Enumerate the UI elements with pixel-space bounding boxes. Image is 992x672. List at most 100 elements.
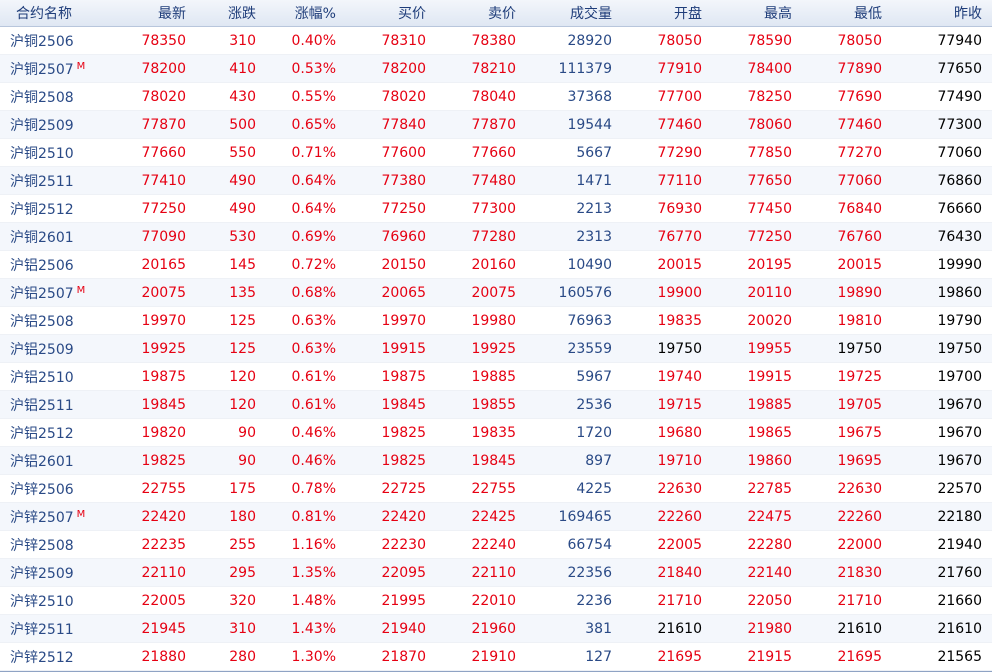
- volume-cell: 2236: [526, 586, 622, 615]
- table-row[interactable]: 沪铝2508 19970 125 0.63% 19970 19980 76963 19835 2…: [0, 306, 992, 335]
- col-header-low[interactable]: 最低: [802, 0, 892, 27]
- contract-name-cell[interactable]: 沪铝2507 M: [0, 278, 110, 307]
- last-price-cell: 77250: [110, 194, 196, 223]
- contract-name-cell[interactable]: 沪铝2508: [0, 306, 110, 335]
- change-cell: 490: [196, 194, 266, 223]
- table-body: 沪铜2506 78350 310 0.40% 78310 78380 28920 78050 7…: [0, 26, 992, 671]
- change-pct-cell: 0.64%: [266, 194, 346, 223]
- table-row[interactable]: 沪铝2506 20165 145 0.72% 20150 20160 10490 20015 2…: [0, 250, 992, 279]
- table-row[interactable]: 沪铝2509 19925 125 0.63% 19915 19925 23559 19750 1…: [0, 334, 992, 363]
- col-header-high[interactable]: 最高: [712, 0, 802, 27]
- table-row[interactable]: 沪铝2601 19825 90 0.46% 19825 19845 897 19710 1986…: [0, 446, 992, 475]
- bid-price-cell: 77840: [346, 110, 436, 139]
- contract-name-cell[interactable]: 沪锌2511: [0, 614, 110, 643]
- table-row[interactable]: 沪铜2508 78020 430 0.55% 78020 78040 37368 77700 7…: [0, 82, 992, 111]
- table-row[interactable]: 沪铝2512 19820 90 0.46% 19825 19835 1720 19680 198…: [0, 418, 992, 447]
- table-row[interactable]: 沪铜2510 77660 550 0.71% 77600 77660 5667 77290 77…: [0, 138, 992, 167]
- contract-name-cell[interactable]: 沪铜2510: [0, 138, 110, 167]
- table-row[interactable]: 沪铜2506 78350 310 0.40% 78310 78380 28920 78050 7…: [0, 26, 992, 55]
- contract-name-cell[interactable]: 沪铝2601: [0, 446, 110, 475]
- change-pct-cell: 0.61%: [266, 362, 346, 391]
- contract-name: 沪铜2601: [10, 229, 74, 246]
- table-row[interactable]: 沪铝2510 19875 120 0.61% 19875 19885 5967 19740 19…: [0, 362, 992, 391]
- open-price-cell: 77910: [622, 54, 712, 83]
- last-price-cell: 22235: [110, 530, 196, 559]
- contract-name-cell[interactable]: 沪铝2509: [0, 334, 110, 363]
- prev-close-cell: 21660: [892, 586, 992, 615]
- change-pct-cell: 0.69%: [266, 222, 346, 251]
- table-row[interactable]: 沪锌2511 21945 310 1.43% 21940 21960 381 21610 219…: [0, 614, 992, 643]
- table-row[interactable]: 沪铜2511 77410 490 0.64% 77380 77480 1471 77110 77…: [0, 166, 992, 195]
- contract-name-cell[interactable]: 沪铝2510: [0, 362, 110, 391]
- low-price-cell: 19810: [802, 306, 892, 335]
- prev-close-cell: 21940: [892, 530, 992, 559]
- ask-price-cell: 20160: [436, 250, 526, 279]
- contract-name-cell[interactable]: 沪锌2506: [0, 474, 110, 503]
- volume-cell: 23559: [526, 334, 622, 363]
- volume-cell: 19544: [526, 110, 622, 139]
- contract-name-cell[interactable]: 沪铜2508: [0, 82, 110, 111]
- table-row[interactable]: 沪锌2512 21880 280 1.30% 21870 21910 127 21695 219…: [0, 642, 992, 671]
- table-row[interactable]: 沪锌2506 22755 175 0.78% 22725 22755 4225 22630 22…: [0, 474, 992, 503]
- open-price-cell: 21610: [622, 614, 712, 643]
- low-price-cell: 77270: [802, 138, 892, 167]
- last-price-cell: 22110: [110, 558, 196, 587]
- table-row[interactable]: 沪锌2510 22005 320 1.48% 21995 22010 2236 21710 22…: [0, 586, 992, 615]
- col-header-ask[interactable]: 卖价: [436, 0, 526, 27]
- col-header-volume[interactable]: 成交量: [526, 0, 622, 27]
- last-price-cell: 19970: [110, 306, 196, 335]
- high-price-cell: 77250: [712, 222, 802, 251]
- contract-name: 沪锌2509: [10, 565, 74, 582]
- table-row[interactable]: 沪铜2509 77870 500 0.65% 77840 77870 19544 77460 7…: [0, 110, 992, 139]
- prev-close-cell: 21565: [892, 642, 992, 671]
- last-price-cell: 20075: [110, 278, 196, 307]
- change-pct-cell: 0.46%: [266, 446, 346, 475]
- table-row[interactable]: 沪铜2601 77090 530 0.69% 76960 77280 2313 76770 77…: [0, 222, 992, 251]
- low-price-cell: 77690: [802, 82, 892, 111]
- table-row[interactable]: 沪铜2512 77250 490 0.64% 77250 77300 2213 76930 77…: [0, 194, 992, 223]
- change-cell: 175: [196, 474, 266, 503]
- contract-name-cell[interactable]: 沪铜2509: [0, 110, 110, 139]
- change-pct-cell: 0.71%: [266, 138, 346, 167]
- col-header-bid[interactable]: 买价: [346, 0, 436, 27]
- contract-name-cell[interactable]: 沪铝2506: [0, 250, 110, 279]
- col-header-change-pct[interactable]: 涨幅%: [266, 0, 346, 27]
- col-header-name[interactable]: 合约名称: [0, 0, 110, 27]
- open-price-cell: 21710: [622, 586, 712, 615]
- table-row[interactable]: 沪铜2507 M 78200 410 0.53% 78200 78210 111379 7791…: [0, 54, 992, 83]
- bid-price-cell: 78020: [346, 82, 436, 111]
- contract-name: 沪铝2511: [10, 397, 74, 414]
- contract-name-cell[interactable]: 沪铝2511: [0, 390, 110, 419]
- contract-name-cell[interactable]: 沪铜2507 M: [0, 54, 110, 83]
- contract-name-cell[interactable]: 沪铜2601: [0, 222, 110, 251]
- main-contract-flag: M: [76, 508, 86, 520]
- contract-name-cell[interactable]: 沪铜2506: [0, 26, 110, 55]
- prev-close-cell: 19670: [892, 418, 992, 447]
- low-price-cell: 77060: [802, 166, 892, 195]
- col-header-last[interactable]: 最新: [110, 0, 196, 27]
- table-row[interactable]: 沪锌2509 22110 295 1.35% 22095 22110 22356 21840 2…: [0, 558, 992, 587]
- last-price-cell: 21880: [110, 642, 196, 671]
- contract-name-cell[interactable]: 沪锌2507 M: [0, 502, 110, 531]
- contract-name: 沪铜2512: [10, 201, 74, 218]
- last-price-cell: 19875: [110, 362, 196, 391]
- table-row[interactable]: 沪锌2508 22235 255 1.16% 22230 22240 66754 22005 2…: [0, 530, 992, 559]
- contract-name-cell[interactable]: 沪锌2510: [0, 586, 110, 615]
- contract-name-cell[interactable]: 沪锌2512: [0, 642, 110, 671]
- col-header-change[interactable]: 涨跌: [196, 0, 266, 27]
- table-row[interactable]: 沪铝2507 M 20075 135 0.68% 20065 20075 160576 1990…: [0, 278, 992, 307]
- change-cell: 135: [196, 278, 266, 307]
- contract-name-cell[interactable]: 沪铜2512: [0, 194, 110, 223]
- contract-name-cell[interactable]: 沪铝2512: [0, 418, 110, 447]
- prev-close-cell: 76430: [892, 222, 992, 251]
- contract-name-cell[interactable]: 沪锌2509: [0, 558, 110, 587]
- contract-name-cell[interactable]: 沪锌2508: [0, 530, 110, 559]
- table-row[interactable]: 沪铝2511 19845 120 0.61% 19845 19855 2536 19715 19…: [0, 390, 992, 419]
- col-header-prev-close[interactable]: 昨收: [892, 0, 992, 27]
- contract-name-cell[interactable]: 沪铜2511: [0, 166, 110, 195]
- col-header-open[interactable]: 开盘: [622, 0, 712, 27]
- table-row[interactable]: 沪锌2507 M 22420 180 0.81% 22420 22425 169465 2226…: [0, 502, 992, 531]
- prev-close-cell: 21610: [892, 614, 992, 643]
- bid-price-cell: 22095: [346, 558, 436, 587]
- low-price-cell: 19890: [802, 278, 892, 307]
